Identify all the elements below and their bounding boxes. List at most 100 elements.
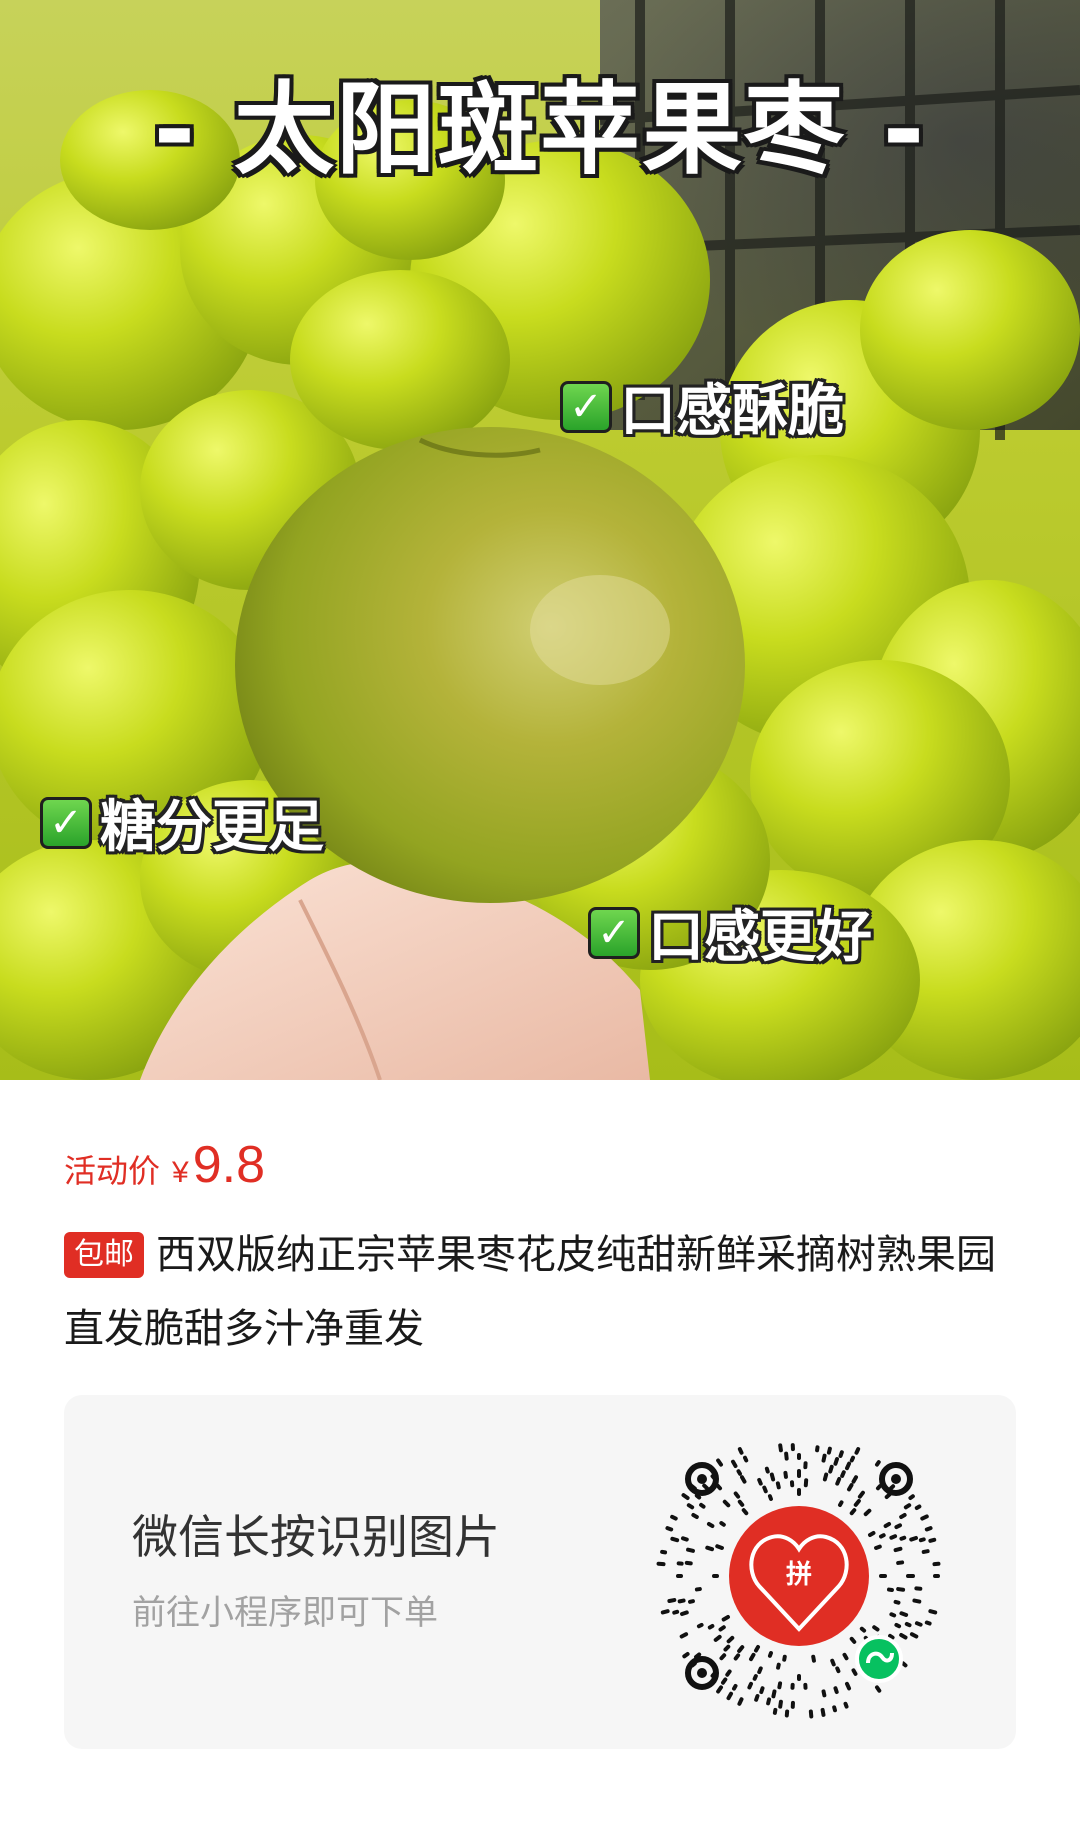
qr-module bbox=[680, 1536, 689, 1542]
qr-module bbox=[732, 1683, 738, 1691]
feature-label: 糖分更足 bbox=[100, 795, 324, 860]
qr-module bbox=[737, 1645, 745, 1654]
qr-card: 微信长按识别图片 前往小程序即可下单 拼 bbox=[64, 1395, 1016, 1749]
qr-module bbox=[696, 1622, 704, 1629]
qr-finder-dot bbox=[891, 1474, 901, 1484]
qr-module bbox=[847, 1483, 854, 1492]
qr-module bbox=[833, 1686, 839, 1695]
qr-module bbox=[884, 1492, 892, 1500]
qr-module bbox=[843, 1701, 849, 1709]
qr-module bbox=[872, 1625, 880, 1632]
qr-module bbox=[667, 1598, 677, 1603]
qr-module bbox=[737, 1697, 744, 1706]
mini-program-icon bbox=[855, 1635, 903, 1683]
qr-module bbox=[821, 1689, 827, 1698]
qr-module bbox=[851, 1475, 858, 1484]
qr-module bbox=[904, 1621, 912, 1628]
qr-module bbox=[849, 1455, 856, 1463]
check-icon: ✓ bbox=[560, 380, 612, 433]
feature-tag-taste: ✓ 口感更好 bbox=[588, 892, 872, 973]
qr-module bbox=[853, 1498, 861, 1507]
brand-logo-char: 拼 bbox=[786, 1560, 812, 1590]
qr-module bbox=[686, 1503, 695, 1510]
feature-tag-crisp: ✓ 口感酥脆 bbox=[560, 366, 844, 447]
qr-module bbox=[778, 1699, 783, 1709]
qr-module bbox=[757, 1477, 763, 1486]
qr-module bbox=[857, 1490, 865, 1499]
qr-module bbox=[736, 1469, 742, 1476]
qr-module bbox=[896, 1587, 906, 1592]
qr-module bbox=[838, 1450, 844, 1458]
qr-module bbox=[921, 1549, 930, 1554]
check-icon: ✓ bbox=[588, 906, 640, 959]
qr-module bbox=[894, 1622, 902, 1629]
photo-title: - 太阳斑苹果枣 - bbox=[153, 71, 927, 188]
qr-module bbox=[670, 1536, 680, 1543]
qr-module bbox=[924, 1620, 932, 1626]
qr-module bbox=[749, 1652, 756, 1662]
qr-module bbox=[901, 1661, 908, 1668]
qr-module bbox=[721, 1615, 730, 1622]
mini-program-qr-code[interactable]: 拼 bbox=[654, 1431, 944, 1721]
qr-module bbox=[740, 1475, 747, 1484]
qr-module bbox=[733, 1653, 741, 1661]
qr-module bbox=[849, 1636, 857, 1644]
qr-module bbox=[665, 1526, 674, 1532]
qr-module bbox=[811, 1654, 816, 1663]
qr-module bbox=[767, 1651, 773, 1658]
qr-module bbox=[737, 1499, 745, 1507]
qr-module bbox=[767, 1494, 773, 1501]
qr-module bbox=[688, 1599, 695, 1604]
qr-module bbox=[660, 1549, 668, 1555]
qr-module bbox=[828, 1464, 834, 1474]
qr-module bbox=[889, 1612, 897, 1618]
qr-module bbox=[909, 1632, 919, 1639]
qr-finder-dot bbox=[697, 1474, 707, 1484]
qr-module bbox=[889, 1534, 898, 1540]
qr-module bbox=[875, 1484, 882, 1491]
qr-module bbox=[686, 1547, 695, 1553]
qr-module bbox=[928, 1537, 937, 1543]
qr-module bbox=[775, 1481, 781, 1490]
price-row: 活动价 ¥ 9.8 bbox=[64, 1135, 265, 1195]
qr-module bbox=[863, 1508, 872, 1517]
qr-module bbox=[851, 1668, 858, 1676]
qr-module bbox=[670, 1514, 678, 1521]
qr-instruction: 微信长按识别图片 bbox=[132, 1511, 500, 1563]
qr-module bbox=[759, 1686, 765, 1695]
qr-module bbox=[718, 1625, 726, 1632]
qr-module bbox=[660, 1609, 670, 1615]
qr-finder-dot bbox=[697, 1668, 707, 1678]
qr-module bbox=[826, 1446, 832, 1455]
qr-module bbox=[783, 1470, 788, 1479]
qr-module bbox=[914, 1504, 922, 1510]
qr-module bbox=[721, 1677, 728, 1685]
qr-module bbox=[893, 1599, 901, 1605]
qr-module bbox=[706, 1522, 715, 1528]
qr-module bbox=[691, 1513, 699, 1519]
qr-module bbox=[713, 1634, 722, 1642]
qr-module bbox=[747, 1681, 754, 1690]
qr-module bbox=[694, 1493, 702, 1500]
qr-module bbox=[754, 1694, 760, 1702]
feature-tag-sugar: ✓ 糖分更足 bbox=[40, 782, 324, 863]
price-currency: ¥ bbox=[172, 1156, 189, 1189]
qr-module bbox=[883, 1522, 892, 1528]
qr-module bbox=[894, 1523, 902, 1530]
qr-module bbox=[903, 1503, 912, 1510]
qr-module bbox=[716, 1685, 723, 1694]
qr-module bbox=[844, 1681, 852, 1691]
qr-module bbox=[752, 1674, 758, 1681]
qr-module bbox=[874, 1544, 882, 1550]
qr-module bbox=[842, 1652, 849, 1661]
qr-module bbox=[754, 1645, 760, 1653]
qr-module bbox=[899, 1611, 909, 1617]
qr-module bbox=[682, 1652, 690, 1659]
qr-module bbox=[769, 1472, 776, 1482]
qr-module bbox=[820, 1707, 826, 1717]
qr-module bbox=[677, 1598, 686, 1604]
qr-module bbox=[899, 1513, 907, 1519]
qr-module bbox=[731, 1459, 738, 1469]
qr-module bbox=[722, 1499, 731, 1508]
product-title: 西双版纳正宗苹果枣花皮纯甜新鲜采摘树熟果园直发脆甜多汁净重发 bbox=[64, 1233, 996, 1351]
